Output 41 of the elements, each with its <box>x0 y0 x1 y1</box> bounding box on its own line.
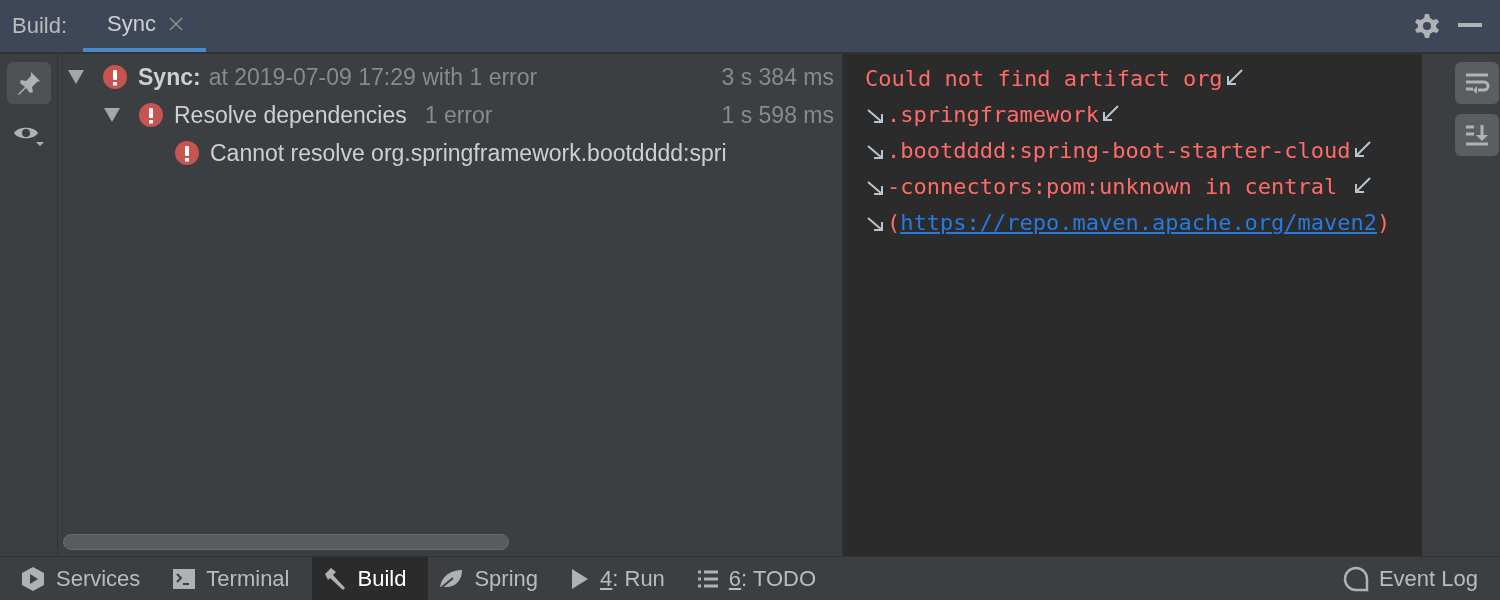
tree-detail: 1 error <box>424 101 493 129</box>
error-icon <box>174 140 200 166</box>
tree-label: Cannot resolve org.springframework.bootdddd:spri <box>210 139 727 167</box>
soft-wrap-button[interactable] <box>1455 62 1499 104</box>
error-text: Could not find artifact org <box>865 65 1223 91</box>
tree-row[interactable]: Cannot resolve org.springframework.bootdddd:spri <box>58 134 842 172</box>
error-text: -connectors:pom:unknown in central <box>887 173 1339 199</box>
error-text: .springframework <box>887 101 1099 127</box>
tool-window-tab[interactable]: Terminal <box>162 557 312 600</box>
error-text: .bootdddd:spring-boot-starter-cloud <box>887 137 1351 163</box>
scroll-to-end-button[interactable] <box>1455 114 1499 156</box>
duration-text: 1 s 598 ms <box>721 101 834 129</box>
speech-bubble-icon <box>1342 565 1369 592</box>
tool-window-tab[interactable]: 4: Run <box>560 557 687 600</box>
tool-window-tab[interactable]: 6: TODO <box>686 557 839 600</box>
play-icon <box>570 567 590 590</box>
scroll-to-end-icon <box>1463 122 1491 148</box>
minimize-icon[interactable] <box>1458 23 1482 29</box>
duration-text: 3 s 384 ms <box>721 63 834 91</box>
play-hexagon-icon <box>20 565 46 592</box>
scrollbar-thumb[interactable] <box>63 534 509 550</box>
error-icon <box>102 64 128 90</box>
terminal-icon <box>172 567 197 590</box>
close-icon[interactable] <box>167 16 184 32</box>
tool-window-tab[interactable]: Build <box>311 557 429 600</box>
tree-label: Sync: <box>138 63 201 91</box>
event-log-button[interactable]: Event Log <box>1332 557 1500 600</box>
pin-button[interactable] <box>6 62 51 104</box>
tree-detail: at 2019-07-09 17:29 with 1 error <box>208 63 538 91</box>
repository-link[interactable]: https://repo.maven.apache.org/maven2 <box>900 209 1378 235</box>
tree-row[interactable]: Sync: at 2019-07-09 17:29 with 1 error 3 s 384 ms <box>58 58 842 96</box>
tool-window-tab[interactable]: Services <box>10 557 163 600</box>
tree-row[interactable]: Resolve dependencies 1 error 1 s 598 ms <box>58 96 842 134</box>
tool-window-title: Build: <box>12 13 68 39</box>
tree-label: Resolve dependencies <box>174 101 407 129</box>
settings-icon[interactable] <box>1414 13 1440 39</box>
error-text: ) <box>1377 209 1391 235</box>
tool-window-tab[interactable]: Spring <box>428 557 560 600</box>
error-icon <box>138 102 164 128</box>
list-icon <box>696 568 719 589</box>
error-text: ( <box>887 209 901 235</box>
